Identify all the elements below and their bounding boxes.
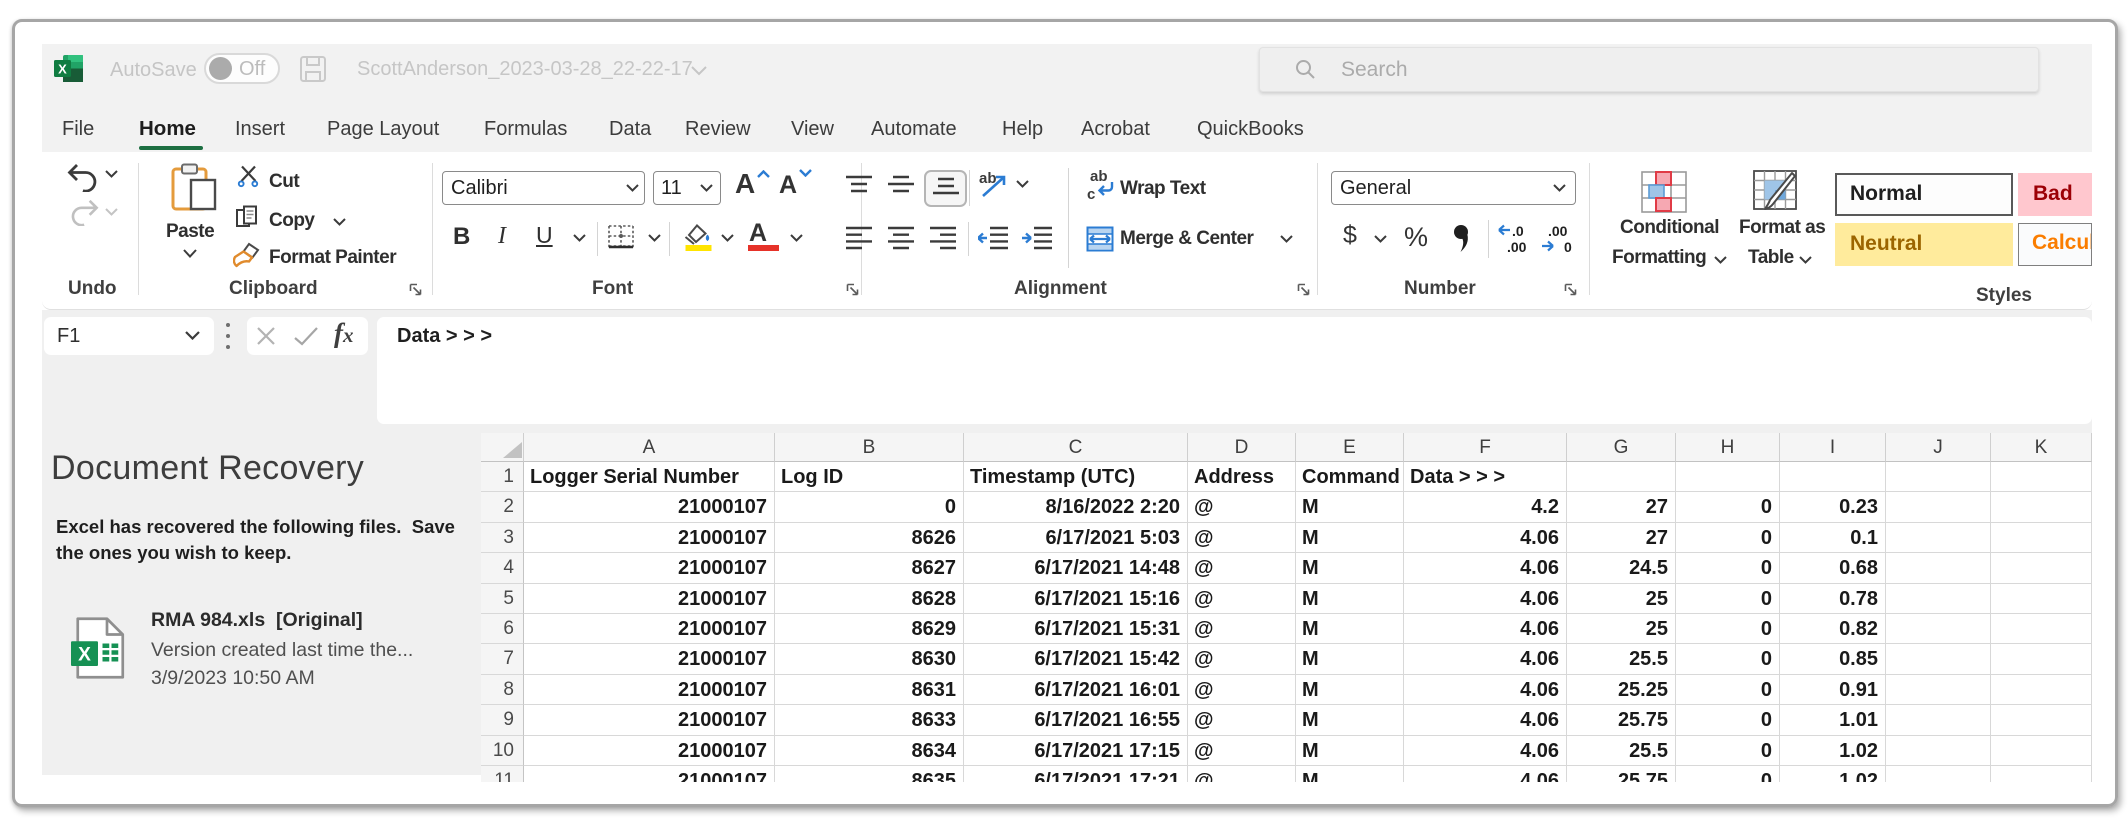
svg-text:ab: ab <box>1090 168 1108 185</box>
svg-text:X: X <box>58 62 67 77</box>
svg-text:.0: .0 <box>1512 223 1524 239</box>
svg-text:ab: ab <box>979 170 997 187</box>
svg-text:0: 0 <box>1564 239 1572 255</box>
svg-text:X: X <box>78 644 91 665</box>
svg-text:.00: .00 <box>1507 239 1527 255</box>
svg-text:c: c <box>1087 186 1095 202</box>
svg-text:.00: .00 <box>1548 223 1568 239</box>
